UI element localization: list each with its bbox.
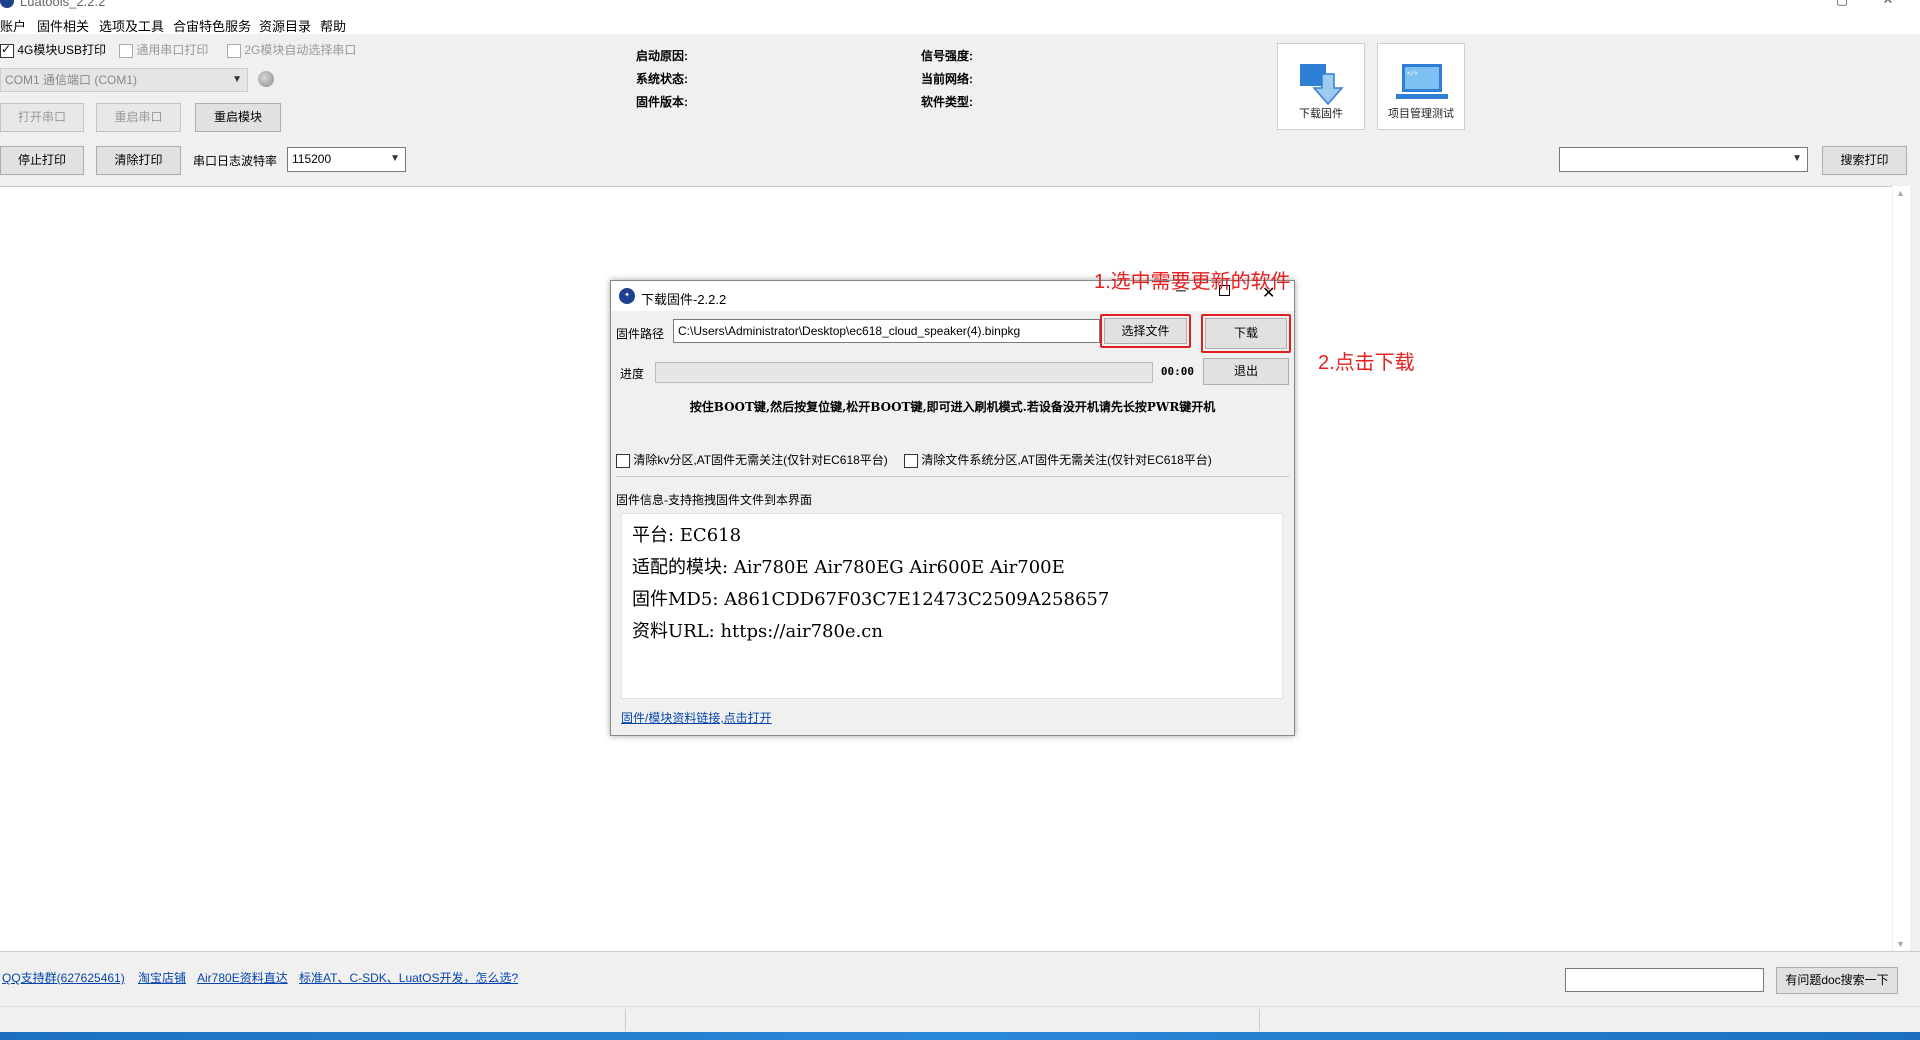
- menu-resources[interactable]: 资源目录: [259, 16, 311, 35]
- menu-account[interactable]: 账户: [0, 16, 26, 35]
- system-state-label: 系统状态:: [636, 72, 688, 86]
- clear-fs-label: 清除文件系统分区,AT固件无需关注(仅针对EC618平台): [921, 453, 1212, 467]
- auto-port-2g-checkbox[interactable]: 2G模块自动选择串口: [227, 41, 356, 58]
- stop-print-button[interactable]: 停止打印: [0, 146, 84, 175]
- doc-search-button[interactable]: 有问题doc搜索一下: [1776, 967, 1898, 994]
- svg-text:</>: </>: [1407, 70, 1418, 77]
- restore-icon[interactable]: ▢: [1832, 0, 1852, 10]
- scroll-down-icon[interactable]: ▼: [1896, 939, 1905, 949]
- scroll-up-icon[interactable]: ▲: [1896, 188, 1905, 198]
- fw-info-modules: 适配的模块: Air780E Air780EG Air600E Air700E: [632, 557, 1065, 578]
- checkbox-icon[interactable]: [904, 453, 918, 468]
- air780e-docs-link[interactable]: Air780E资料直达: [197, 969, 288, 986]
- fw-info-platform: 平台: EC618: [632, 525, 742, 546]
- qq-support-link[interactable]: QQ支持群(627625461): [2, 969, 125, 986]
- current-network-label: 当前网络:: [921, 72, 973, 86]
- open-port-button[interactable]: 打开串口: [0, 103, 84, 132]
- usb-print-4g-checkbox[interactable]: 4G模块USB打印: [0, 41, 106, 58]
- close-icon[interactable]: ✕: [1878, 0, 1898, 10]
- menu-firmware[interactable]: 固件相关: [37, 16, 89, 35]
- status-divider: [625, 1009, 626, 1031]
- port-status-indicator-icon: [258, 71, 274, 87]
- baud-rate-value: 115200: [292, 152, 332, 166]
- firmware-info-panel[interactable]: 平台: EC618 适配的模块: Air780E Air780EG Air600…: [621, 513, 1283, 699]
- fw-info-md5: 固件MD5: A861CDD67F03C7E12473C2509A258657: [632, 589, 1110, 610]
- checkbox-icon[interactable]: [119, 43, 133, 58]
- fw-info-url: 资料URL: https://air780e.cn: [632, 621, 883, 642]
- exit-button[interactable]: 退出: [1203, 358, 1289, 385]
- port-select-value: COM1 通信端口 (COM1): [5, 73, 138, 87]
- window-title: Luatools_2.2.2: [20, 0, 106, 9]
- port-select[interactable]: COM1 通信端口 (COM1) ▼: [0, 68, 248, 92]
- clear-print-button[interactable]: 清除打印: [96, 146, 181, 175]
- menu-help[interactable]: 帮助: [320, 16, 346, 35]
- progress-label: 进度: [620, 367, 645, 381]
- download-firmware-dialog: ✦ 下载固件-2.2.2 ─ ✕ 固件路径 C:\Users\Administr…: [610, 280, 1295, 736]
- log-scrollbar[interactable]: ▲ ▼: [1892, 186, 1910, 951]
- menu-special-services[interactable]: 合宙特色服务: [173, 16, 251, 35]
- auto-port-2g-label: 2G模块自动选择串口: [244, 43, 357, 57]
- serial-print-label: 通用串口打印: [136, 43, 209, 57]
- project-test-button[interactable]: </> 项目管理测试: [1377, 43, 1465, 130]
- menu-options-tools[interactable]: 选项及工具: [99, 16, 164, 35]
- boot-reason-label: 启动原因:: [636, 49, 688, 63]
- firmware-path-label: 固件路径: [616, 327, 665, 341]
- app-logo-icon: [0, 0, 14, 8]
- firmware-path-input[interactable]: C:\Users\Administrator\Desktop\ec618_clo…: [673, 319, 1100, 343]
- bottom-bar: QQ支持群(627625461) 淘宝店铺 Air780E资料直达 标准AT、C…: [0, 951, 1920, 1006]
- clear-kv-checkbox[interactable]: 清除kv分区,AT固件无需关注(仅针对EC618平台): [616, 451, 888, 468]
- chevron-down-icon: ▼: [232, 74, 242, 85]
- restart-port-button[interactable]: 重启串口: [96, 103, 181, 132]
- dialog-title: 下载固件-2.2.2: [641, 292, 727, 307]
- chevron-down-icon: ▼: [390, 153, 400, 164]
- dev-choice-link[interactable]: 标准AT、C-SDK、LuatOS开发，怎么选?: [299, 969, 518, 986]
- signal-strength-label: 信号强度:: [921, 49, 973, 63]
- search-print-button[interactable]: 搜索打印: [1822, 146, 1907, 175]
- dialog-logo-icon: ✦: [619, 288, 635, 304]
- serial-print-checkbox[interactable]: 通用串口打印: [119, 41, 208, 58]
- taskbar-strip: [0, 1032, 1920, 1040]
- clear-fs-checkbox[interactable]: 清除文件系统分区,AT固件无需关注(仅针对EC618平台): [904, 451, 1212, 468]
- download-firmware-button[interactable]: 下载固件: [1277, 43, 1365, 130]
- taobao-store-link[interactable]: 淘宝店铺: [138, 969, 186, 986]
- download-firmware-caption: 下载固件: [1299, 108, 1343, 120]
- baud-rate-label: 串口日志波特率: [193, 154, 278, 168]
- boot-instruction-text: 按住BOOT键,然后按复位键,松开BOOT键,即可进入刷机模式.若设备没开机请先…: [689, 400, 1216, 414]
- menu-bar: 账户 固件相关 选项及工具 合宙特色服务 资源目录 帮助: [0, 14, 1920, 34]
- section-divider: [616, 476, 1289, 477]
- firmware-doc-link[interactable]: 固件/模块资料链接,点击打开: [621, 709, 772, 726]
- annotation-step2: 2.点击下载: [1318, 352, 1415, 374]
- firmware-info-label: 固件信息-支持拖拽固件文件到本界面: [616, 493, 812, 507]
- software-type-label: 软件类型:: [921, 95, 973, 109]
- firmware-version-label: 固件版本:: [636, 95, 688, 109]
- checkbox-icon[interactable]: [227, 43, 241, 58]
- choose-file-button[interactable]: 选择文件: [1104, 318, 1187, 344]
- checkbox-icon[interactable]: [616, 453, 630, 468]
- usb-print-4g-label: 4G模块USB打印: [17, 43, 107, 57]
- search-print-select[interactable]: ▼: [1559, 147, 1808, 172]
- chevron-down-icon: ▼: [1792, 153, 1802, 164]
- progress-bar: [655, 362, 1153, 383]
- baud-rate-select[interactable]: 115200 ▼: [287, 147, 406, 172]
- progress-time: 00:00: [1160, 365, 1194, 378]
- doc-search-input[interactable]: [1565, 968, 1764, 992]
- download-button[interactable]: 下载: [1205, 318, 1287, 349]
- status-bar: [0, 1006, 1920, 1032]
- monitor-icon: </>: [1396, 64, 1448, 99]
- title-bar: Luatools_2.2.2 ▢ ✕: [0, 0, 1920, 14]
- download-arrow-icon: [1300, 64, 1344, 106]
- annotation-step1: 1.选中需要更新的软件: [1094, 271, 1291, 293]
- project-test-caption: 项目管理测试: [1388, 108, 1454, 120]
- restart-module-button[interactable]: 重启模块: [195, 103, 281, 132]
- status-divider: [1259, 1009, 1260, 1031]
- checkbox-checked-icon[interactable]: [0, 42, 14, 58]
- clear-kv-label: 清除kv分区,AT固件无需关注(仅针对EC618平台): [633, 453, 888, 467]
